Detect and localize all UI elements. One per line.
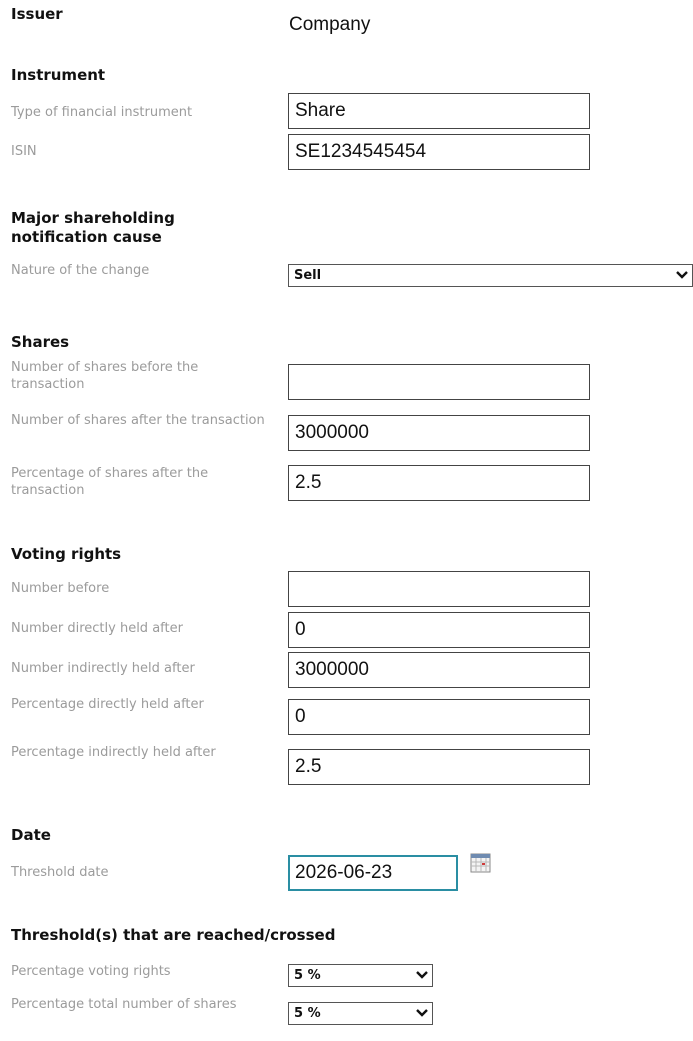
nature-of-change-select[interactable]: Sell — [288, 264, 693, 287]
pct-total-shares-select[interactable]: 5 % — [288, 1002, 433, 1025]
shares-after-input[interactable]: 3000000 — [288, 415, 590, 451]
pct-voting-rights-select[interactable]: 5 % — [288, 964, 433, 987]
nature-of-change-value: Sell — [294, 268, 322, 283]
voting-pct-indirect-label: Percentage indirectly held after — [11, 745, 216, 760]
voting-pct-direct-label: Percentage directly held after — [11, 697, 204, 712]
voting-direct-label: Number directly held after — [11, 621, 183, 636]
shares-before-label: Number of shares before the transaction — [11, 360, 199, 392]
issuer-value: Company — [289, 14, 371, 35]
shares-before-input[interactable] — [288, 364, 590, 400]
isin-label: ISIN — [11, 144, 37, 159]
shares-after-label: Number of shares after the transaction — [11, 413, 265, 428]
calendar-icon[interactable] — [470, 853, 491, 873]
date-heading: Date — [11, 826, 51, 844]
pct-total-shares-value: 5 % — [294, 1006, 321, 1021]
shares-heading: Shares — [11, 333, 70, 351]
threshold-heading: Threshold(s) that are reached/crossed — [11, 926, 336, 944]
issuer-heading: Issuer — [11, 5, 63, 23]
chevron-down-icon — [416, 971, 428, 979]
voting-pct-indirect-input[interactable]: 2.5 — [288, 749, 590, 785]
threshold-date-label: Threshold date — [11, 865, 109, 880]
shares-pct-after-input[interactable]: 2.5 — [288, 465, 590, 501]
threshold-date-input[interactable]: 2026-06-23 — [288, 855, 458, 891]
voting-indirect-input[interactable]: 3000000 — [288, 652, 590, 688]
chevron-down-icon — [676, 271, 688, 279]
nature-of-change-label: Nature of the change — [11, 263, 150, 278]
pct-voting-rights-value: 5 % — [294, 968, 321, 983]
type-of-instrument-label: Type of financial instrument — [11, 105, 193, 120]
shares-pct-after-label: Percentage of shares after the transacti… — [11, 466, 209, 498]
voting-pct-direct-input[interactable]: 0 — [288, 699, 590, 735]
voting-indirect-label: Number indirectly held after — [11, 661, 195, 676]
pct-voting-rights-label: Percentage voting rights — [11, 964, 171, 979]
voting-direct-input[interactable]: 0 — [288, 612, 590, 648]
voting-before-input[interactable] — [288, 571, 590, 607]
chevron-down-icon — [416, 1009, 428, 1017]
isin-input[interactable]: SE1234545454 — [288, 134, 590, 170]
pct-total-shares-label: Percentage total number of shares — [11, 997, 237, 1012]
voting-before-label: Number before — [11, 581, 110, 596]
instrument-heading: Instrument — [11, 66, 106, 84]
cause-heading: Major shareholding notification cause — [11, 209, 175, 246]
type-of-instrument-input[interactable]: Share — [288, 93, 590, 129]
voting-rights-heading: Voting rights — [11, 545, 122, 563]
